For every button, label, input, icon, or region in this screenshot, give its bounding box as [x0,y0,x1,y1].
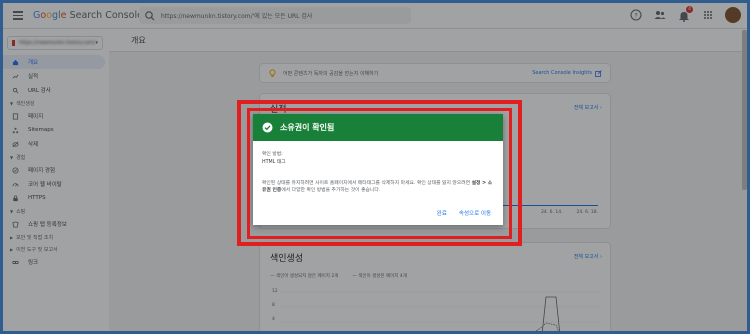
highlight-frame-inner [247,108,512,239]
search-console-page: Google Search Console https://newmunkn.t… [3,3,747,331]
screenshot-frame: Google Search Console https://newmunkn.t… [0,0,750,334]
